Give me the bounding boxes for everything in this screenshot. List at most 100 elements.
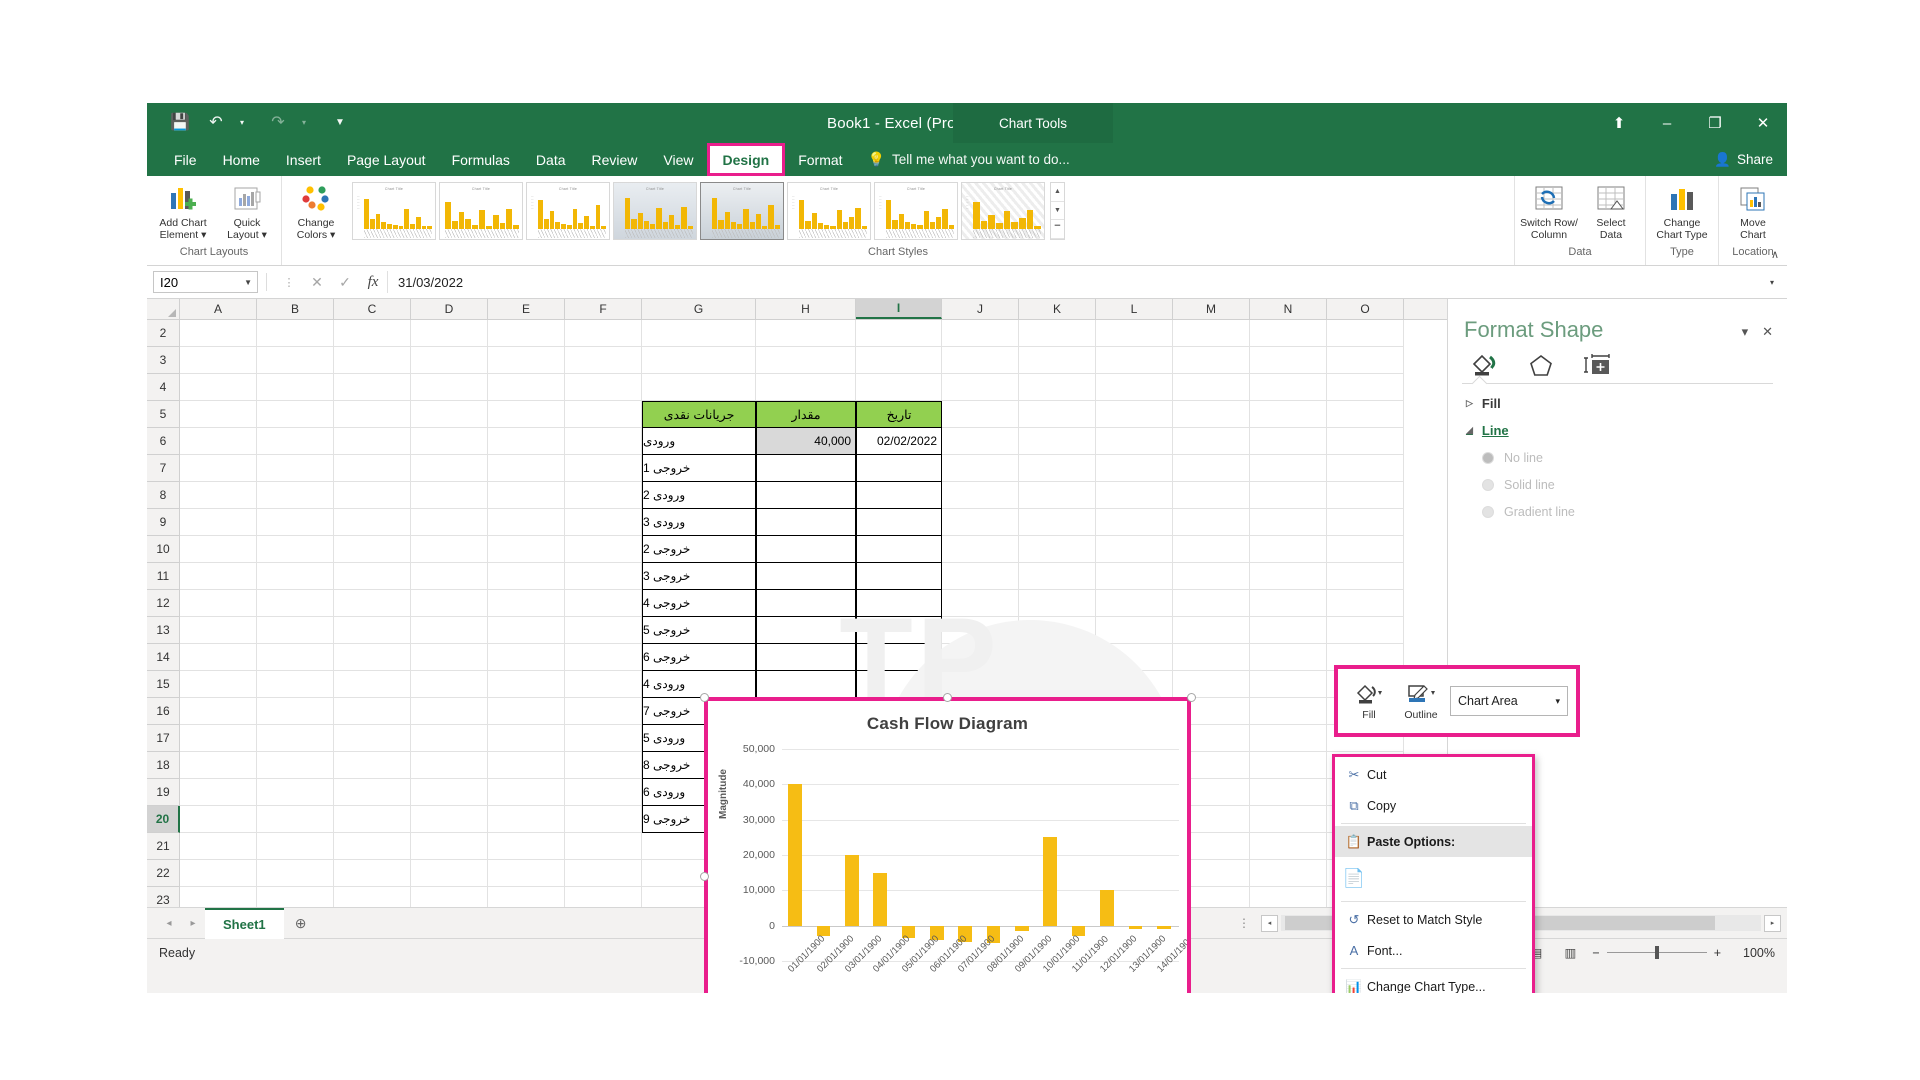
cell-B17[interactable] <box>257 725 334 752</box>
cell-E14[interactable] <box>488 644 565 671</box>
cell-D11[interactable] <box>411 563 488 590</box>
minimize-button[interactable]: – <box>1643 103 1691 143</box>
gallery-scroll-up-icon[interactable]: ▲ <box>1051 183 1064 202</box>
cell-C23[interactable] <box>334 887 411 907</box>
cell-A12[interactable] <box>180 590 257 617</box>
bar[interactable] <box>1100 890 1114 926</box>
cell-B22[interactable] <box>257 860 334 887</box>
cell-F6[interactable] <box>565 428 642 455</box>
cell-E12[interactable] <box>488 590 565 617</box>
y-axis-title[interactable]: Magnitude <box>718 769 729 819</box>
cell-D8[interactable] <box>411 482 488 509</box>
cell-J9[interactable] <box>942 509 1019 536</box>
cell-E23[interactable] <box>488 887 565 907</box>
cell-M13[interactable] <box>1173 617 1250 644</box>
cell-L11[interactable] <box>1096 563 1173 590</box>
cell-H8[interactable] <box>756 482 856 509</box>
tab-format[interactable]: Format <box>785 143 855 176</box>
chart-style-thumb-8[interactable]: Chart Title — — — — — <box>961 182 1045 240</box>
cell-E10[interactable] <box>488 536 565 563</box>
cell-J6[interactable] <box>942 428 1019 455</box>
cell-M11[interactable] <box>1173 563 1250 590</box>
cell-A6[interactable] <box>180 428 257 455</box>
cell-M3[interactable] <box>1173 347 1250 374</box>
line-option-solid-line[interactable]: Solid line <box>1448 465 1787 492</box>
cell-D3[interactable] <box>411 347 488 374</box>
expand-formula-bar-icon[interactable]: ▾ <box>1763 271 1781 293</box>
cell-L7[interactable] <box>1096 455 1173 482</box>
cell-H15[interactable] <box>756 671 856 698</box>
zoom-out-button[interactable]: − <box>1592 946 1599 960</box>
zoom-thumb[interactable] <box>1654 946 1659 959</box>
chart-handle-top-center[interactable] <box>943 693 952 702</box>
bar[interactable] <box>1043 837 1058 926</box>
row-header-23[interactable]: 23 <box>147 887 180 907</box>
cell-D10[interactable] <box>411 536 488 563</box>
select-data-button[interactable]: Select Data <box>1582 179 1640 241</box>
bar-slot[interactable] <box>839 749 867 961</box>
add-chart-element-button[interactable]: Add Chart Element ▾ <box>152 179 214 241</box>
cell-B15[interactable] <box>257 671 334 698</box>
cell-G11[interactable]: خروجی 3 <box>642 563 756 590</box>
cell-D16[interactable] <box>411 698 488 725</box>
change-chart-type-button[interactable]: Change Chart Type <box>1651 179 1713 241</box>
cell-D15[interactable] <box>411 671 488 698</box>
chart-style-thumb-7[interactable]: Chart Title — — — — — <box>874 182 958 240</box>
cell-F18[interactable] <box>565 752 642 779</box>
cell-E11[interactable] <box>488 563 565 590</box>
chart-handle-mid-left[interactable] <box>700 872 709 881</box>
cell-O10[interactable] <box>1327 536 1404 563</box>
cell-C8[interactable] <box>334 482 411 509</box>
cell-B23[interactable] <box>257 887 334 907</box>
cell-J5[interactable] <box>942 401 1019 428</box>
insert-function-icon[interactable]: fx <box>359 271 387 293</box>
cell-F9[interactable] <box>565 509 642 536</box>
cell-C20[interactable] <box>334 806 411 833</box>
column-header-F[interactable]: F <box>565 299 642 319</box>
change-colors-button[interactable]: Change Colors ▾ <box>287 179 345 241</box>
cell-E19[interactable] <box>488 779 565 806</box>
chart-handle-top-left[interactable] <box>700 693 709 702</box>
cell-L8[interactable] <box>1096 482 1173 509</box>
gradient-line-radio[interactable] <box>1482 506 1494 518</box>
cell-H13[interactable] <box>756 617 856 644</box>
cell-C18[interactable] <box>334 752 411 779</box>
cell-M7[interactable] <box>1173 455 1250 482</box>
cell-C5[interactable] <box>334 401 411 428</box>
cell-G9[interactable]: ورودی 3 <box>642 509 756 536</box>
cell-I4[interactable] <box>856 374 942 401</box>
cell-K8[interactable] <box>1019 482 1096 509</box>
zoom-slider[interactable]: − + <box>1592 946 1721 960</box>
cell-N16[interactable] <box>1250 698 1327 725</box>
cell-C22[interactable] <box>334 860 411 887</box>
cell-G3[interactable] <box>642 347 756 374</box>
cell-B7[interactable] <box>257 455 334 482</box>
row-header-6[interactable]: 6 <box>147 428 180 455</box>
context-menu-item-font[interactable]: A Font... <box>1335 935 1532 966</box>
bar-slot[interactable] <box>1151 749 1179 961</box>
cell-F8[interactable] <box>565 482 642 509</box>
cell-E8[interactable] <box>488 482 565 509</box>
cell-J2[interactable] <box>942 320 1019 347</box>
cell-N22[interactable] <box>1250 860 1327 887</box>
cell-C15[interactable] <box>334 671 411 698</box>
cell-N6[interactable] <box>1250 428 1327 455</box>
cell-C7[interactable] <box>334 455 411 482</box>
column-header-D[interactable]: D <box>411 299 488 319</box>
context-menu-item-change-chart-type[interactable]: 📊 Change Chart Type... <box>1335 971 1532 994</box>
cell-B3[interactable] <box>257 347 334 374</box>
cell-L4[interactable] <box>1096 374 1173 401</box>
cell-G13[interactable]: خروجی 5 <box>642 617 756 644</box>
chevron-down-icon[interactable]: ▾ <box>1555 696 1560 707</box>
cell-B10[interactable] <box>257 536 334 563</box>
column-header-N[interactable]: N <box>1250 299 1327 319</box>
column-header-C[interactable]: C <box>334 299 411 319</box>
column-header-L[interactable]: L <box>1096 299 1173 319</box>
cell-N23[interactable] <box>1250 887 1327 907</box>
cell-A10[interactable] <box>180 536 257 563</box>
cell-L14[interactable] <box>1096 644 1173 671</box>
cell-H4[interactable] <box>756 374 856 401</box>
cell-C19[interactable] <box>334 779 411 806</box>
zoom-in-button[interactable]: + <box>1714 946 1721 960</box>
size-icon[interactable] <box>1580 350 1614 380</box>
